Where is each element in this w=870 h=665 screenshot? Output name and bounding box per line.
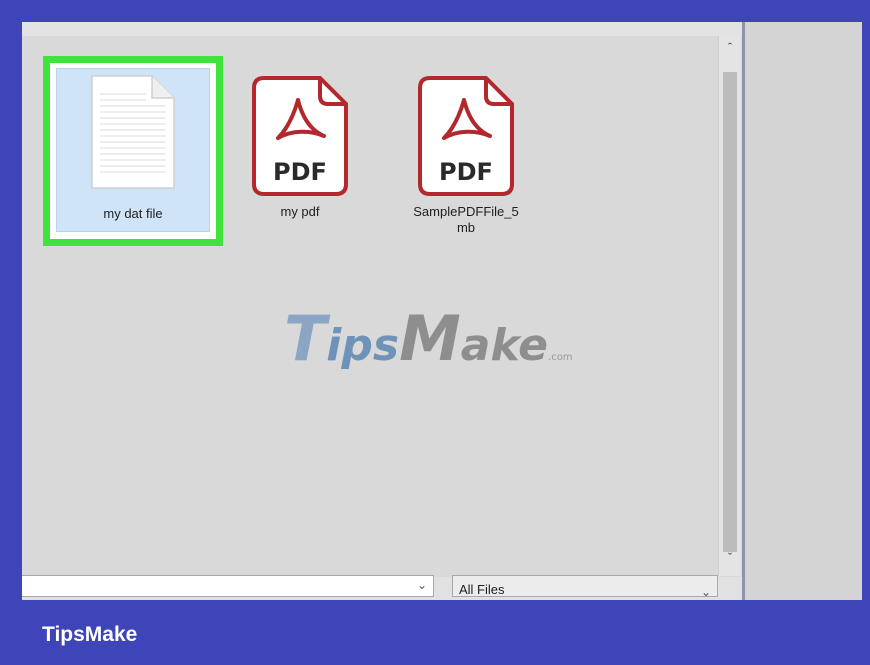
scroll-down-icon[interactable]: ˇ xyxy=(719,548,741,568)
tipsmake-watermark: TipsMake.com xyxy=(284,302,614,375)
file-name-label-line1: SamplePDFFile_5 xyxy=(413,204,519,219)
pdf-badge: PDF xyxy=(439,158,493,186)
file-name-label: my pdf xyxy=(280,204,320,219)
pdf-badge: PDF xyxy=(273,158,327,186)
scrollbar-thumb[interactable] xyxy=(723,72,737,552)
pane-header-strip xyxy=(22,22,742,36)
scroll-up-icon[interactable]: ˆ xyxy=(719,38,741,58)
file-item-my-dat-file[interactable]: my dat file xyxy=(58,72,208,222)
document-icon xyxy=(91,75,175,189)
watermark-t: T xyxy=(284,302,327,375)
chevron-down-icon[interactable]: ⌄ xyxy=(417,578,427,592)
file-name-label-line2: mb xyxy=(456,220,476,235)
file-open-dialog: my dat file PDF my pdf PDF SamplePDFFile… xyxy=(22,22,862,600)
pdf-icon: PDF xyxy=(252,76,348,196)
file-item-my-pdf[interactable]: PDF my pdf xyxy=(225,72,375,220)
right-panel xyxy=(745,22,862,600)
chevron-down-icon[interactable]: ⌄ xyxy=(701,578,711,596)
file-name-label: my dat file xyxy=(103,206,163,221)
file-name-combobox[interactable]: ⌄ xyxy=(22,575,434,597)
file-type-value: All Files xyxy=(459,582,505,597)
vertical-scrollbar[interactable]: ˆ ˇ xyxy=(718,36,741,576)
watermark-ake: ake xyxy=(460,320,549,371)
watermark-ips: ips xyxy=(326,320,400,371)
watermark-com: .com xyxy=(548,352,573,363)
file-list-pane[interactable]: my dat file PDF my pdf PDF SamplePDFFile… xyxy=(22,22,742,577)
file-type-dropdown[interactable]: All Files ⌄ xyxy=(452,575,718,597)
watermark-m: M xyxy=(399,302,461,375)
pdf-icon: PDF xyxy=(418,76,514,196)
tipsmake-brand: TipsMake xyxy=(42,623,138,646)
file-item-samplepdffile-5mb[interactable]: PDF SamplePDFFile_5 mb xyxy=(391,72,541,236)
